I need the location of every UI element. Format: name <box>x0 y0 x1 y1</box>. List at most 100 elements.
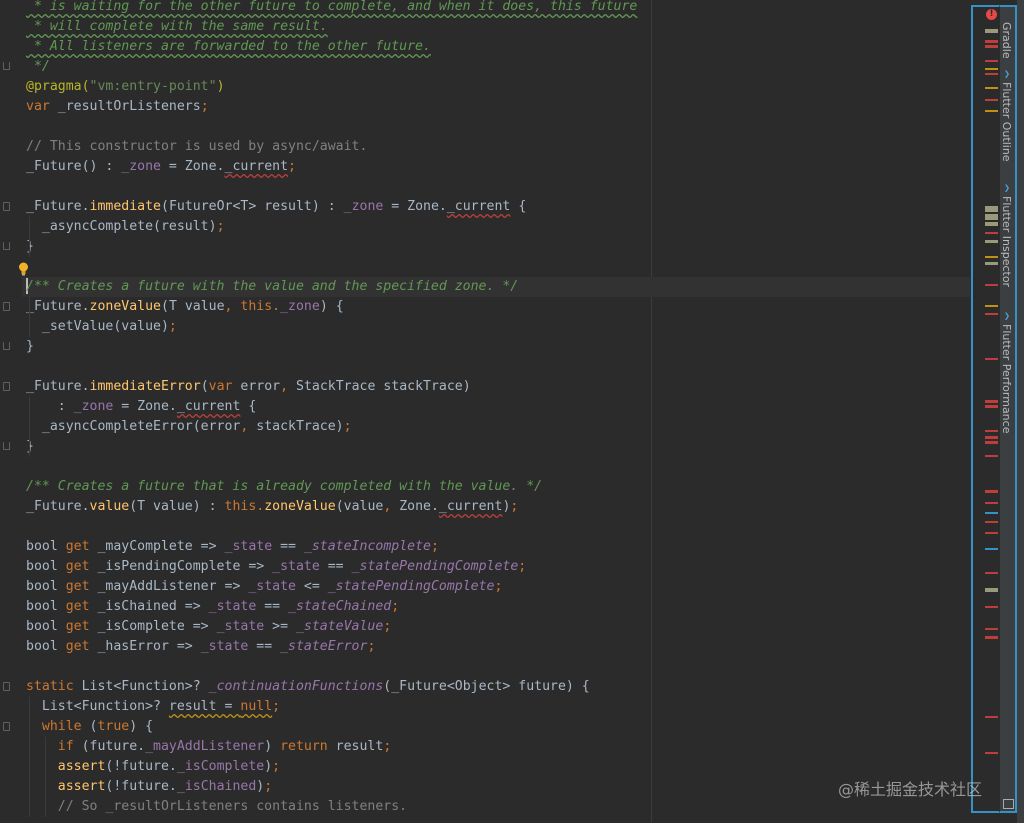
stripe-mark[interactable] <box>985 502 998 504</box>
code-line[interactable]: _asyncComplete(result); <box>26 217 225 237</box>
stripe-mark[interactable] <box>985 99 998 101</box>
error-icon[interactable]: ! <box>986 9 997 20</box>
fold-marker[interactable] <box>3 682 10 691</box>
fold-marker[interactable] <box>3 722 10 731</box>
code-line[interactable]: _Future.value(T value) : this.zoneValue(… <box>26 497 518 517</box>
code-line[interactable]: /** Creates a future that is already com… <box>26 477 542 497</box>
stripe-mark[interactable] <box>985 752 998 754</box>
fold-marker[interactable] <box>3 342 10 350</box>
code-line[interactable]: if (future._mayAddListener) return resul… <box>26 737 392 757</box>
stripe-mark[interactable] <box>985 490 998 493</box>
stripe-mark[interactable] <box>985 455 998 457</box>
fold-marker[interactable] <box>3 62 10 70</box>
stripe-mark[interactable] <box>985 87 998 89</box>
stripe-mark[interactable] <box>985 68 998 70</box>
code-token: _stateValue <box>295 619 384 634</box>
code-line[interactable]: _asyncCompleteError(error, stackTrace); <box>26 417 352 437</box>
code-line[interactable]: bool get _mayAddListener => _state <= _s… <box>26 577 502 597</box>
stripe-mark[interactable] <box>985 222 998 226</box>
code-line[interactable]: List<Function>? result = null; <box>26 697 280 717</box>
stripe-mark[interactable] <box>985 110 998 112</box>
lightbulb-icon[interactable] <box>18 262 29 276</box>
error-stripe[interactable] <box>971 5 999 813</box>
stripe-mark[interactable] <box>985 232 998 234</box>
stripe-mark[interactable] <box>985 206 998 212</box>
stripe-mark[interactable] <box>985 512 998 514</box>
code-editor[interactable]: * is waiting for the other future to com… <box>0 0 970 823</box>
code-token: = Zone. <box>383 199 447 214</box>
stripe-mark[interactable] <box>985 716 998 718</box>
stripe-mark[interactable] <box>985 262 998 265</box>
code-token: == <box>248 639 281 654</box>
tool-tab-flutter-inspector[interactable]: Flutter Inspector <box>1000 196 1013 287</box>
code-token: _stateChained <box>288 599 392 614</box>
stripe-mark[interactable] <box>985 400 998 403</box>
stripe-mark[interactable] <box>985 430 998 432</box>
stripe-mark[interactable] <box>985 305 998 307</box>
stripe-mark[interactable] <box>985 636 998 639</box>
stripe-mark[interactable] <box>985 73 998 75</box>
stripe-mark[interactable] <box>985 60 998 62</box>
code-line[interactable]: */ <box>26 57 50 77</box>
code-token: , this. <box>224 299 281 314</box>
code-line[interactable]: @pragma("vm:entry-point") <box>26 77 225 97</box>
stripe-mark[interactable] <box>985 358 998 360</box>
stripe-mark[interactable] <box>985 441 998 444</box>
code-line[interactable]: assert(!future._isComplete); <box>26 757 280 777</box>
stripe-mark[interactable] <box>985 548 998 550</box>
stripe-mark[interactable] <box>985 284 998 286</box>
code-token: (FutureOr<T> result) : <box>161 199 344 214</box>
code-line[interactable]: bool get _isComplete => _state >= _state… <box>26 617 391 637</box>
stripe-mark[interactable] <box>985 628 998 630</box>
stripe-mark[interactable] <box>985 240 998 243</box>
editor-gutter[interactable] <box>0 0 22 823</box>
fold-marker[interactable] <box>3 242 10 250</box>
tool-tab-gradle[interactable]: Gradle <box>1000 22 1013 59</box>
fold-marker[interactable] <box>3 302 10 311</box>
code-line[interactable]: _Future.immediateError(var error, StackT… <box>26 377 471 397</box>
code-line[interactable]: bool get _mayComplete => _state == _stat… <box>26 537 439 557</box>
stripe-mark[interactable] <box>985 256 998 258</box>
stripe-mark[interactable] <box>985 313 998 315</box>
stripe-mark[interactable] <box>985 532 998 534</box>
code-line[interactable]: bool get _hasError => _state == _stateEr… <box>26 637 375 657</box>
code-line[interactable]: } <box>26 337 34 357</box>
code-line[interactable]: _Future() : _zone = Zone._current; <box>26 157 296 177</box>
tool-tab-flutter-performance[interactable]: Flutter Performance <box>1000 324 1013 433</box>
code-line[interactable]: * will complete with the same result. <box>26 17 328 37</box>
stripe-mark[interactable] <box>985 572 998 574</box>
stripe-mark[interactable] <box>985 606 998 608</box>
code-token: ; <box>272 759 281 774</box>
code-line[interactable]: bool get _isPendingComplete => _state ==… <box>26 557 526 577</box>
code-line[interactable]: /** Creates a future with the value and … <box>22 277 970 297</box>
code-line[interactable]: while (true) { <box>26 717 153 737</box>
stripe-mark[interactable] <box>985 29 998 33</box>
stripe-mark[interactable] <box>985 436 998 439</box>
code-line[interactable]: bool get _isChained => _state == _stateC… <box>26 597 399 617</box>
layout-icon[interactable] <box>1003 799 1014 809</box>
stripe-mark[interactable] <box>985 214 998 220</box>
code-line[interactable]: : _zone = Zone._current { <box>26 397 257 417</box>
stripe-mark[interactable] <box>985 521 998 523</box>
code-line[interactable]: // This constructor is used by async/awa… <box>26 137 367 157</box>
code-line[interactable]: assert(!future._isChained); <box>26 777 272 797</box>
stripe-mark[interactable] <box>985 405 998 408</box>
code-line[interactable]: // So _resultOrListeners contains listen… <box>26 797 407 817</box>
stripe-mark[interactable] <box>985 588 998 592</box>
fold-marker[interactable] <box>3 442 10 450</box>
code-line[interactable]: * is waiting for the other future to com… <box>26 0 637 17</box>
code-line[interactable]: static List<Function>? _continuationFunc… <box>26 677 590 697</box>
code-line[interactable]: var _resultOrListeners; <box>26 97 209 117</box>
code-token: ) <box>264 739 281 754</box>
code-token: _Future. <box>26 499 90 514</box>
code-line[interactable]: * All listeners are forwarded to the oth… <box>26 37 431 57</box>
fold-marker[interactable] <box>3 202 10 211</box>
code-line[interactable]: _Future.immediate(FutureOr<T> result) : … <box>26 197 526 217</box>
code-token: _isChained => <box>97 599 209 614</box>
code-line[interactable]: _setValue(value); <box>26 317 177 337</box>
stripe-mark[interactable] <box>985 45 998 48</box>
stripe-mark[interactable] <box>985 40 998 43</box>
code-line[interactable]: _Future.zoneValue(T value, this._zone) { <box>26 297 344 317</box>
tool-tab-flutter-outline[interactable]: Flutter Outline <box>1000 82 1013 162</box>
fold-marker[interactable] <box>3 382 10 391</box>
